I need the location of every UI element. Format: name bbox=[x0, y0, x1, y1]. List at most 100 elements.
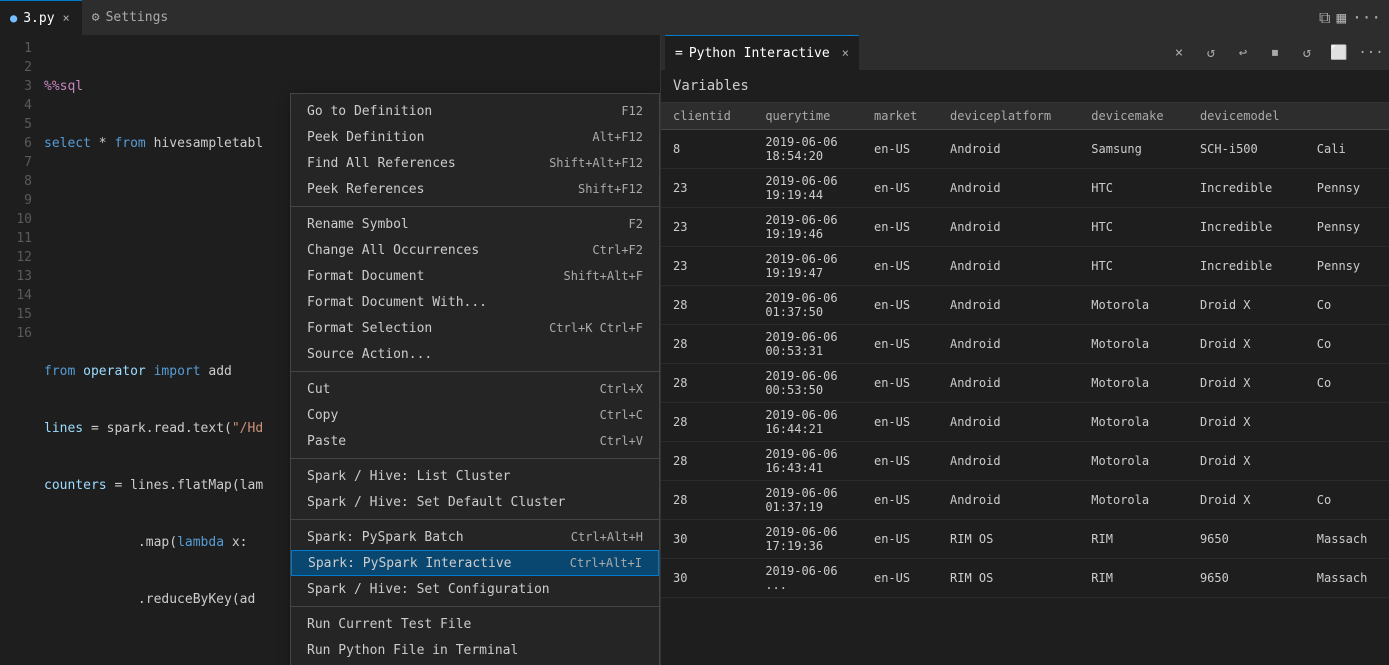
table-cell: 2019-06-06 17:19:36 bbox=[753, 520, 862, 559]
menu-item-shortcut: Ctrl+Alt+H bbox=[571, 530, 643, 544]
menu-item-label: Peek References bbox=[307, 182, 424, 197]
menu-format-document-with[interactable]: Format Document With... bbox=[291, 289, 659, 315]
col-extra bbox=[1305, 103, 1389, 130]
table-cell: 30 bbox=[661, 559, 753, 598]
settings-tab-label: Settings bbox=[106, 10, 169, 25]
col-devicemodel[interactable]: devicemodel bbox=[1188, 103, 1305, 130]
close-button[interactable]: × bbox=[1165, 39, 1193, 67]
col-clientid[interactable]: clientid bbox=[661, 103, 753, 130]
stop-button[interactable]: ⏹ bbox=[1261, 39, 1289, 67]
menu-item-label: Go to Definition bbox=[307, 104, 432, 119]
menu-item-label: Find All References bbox=[307, 156, 456, 171]
table-cell: 23 bbox=[661, 169, 753, 208]
split-editor-icon[interactable]: ⧉ bbox=[1319, 8, 1330, 28]
panel-tab-label: Python Interactive bbox=[689, 46, 830, 61]
table-cell: 2019-06-06 19:19:46 bbox=[753, 208, 862, 247]
table-cell: en-US bbox=[862, 169, 938, 208]
table-cell: Incredible bbox=[1188, 247, 1305, 286]
menu-spark-pyspark-batch[interactable]: Spark: PySpark Batch Ctrl+Alt+H bbox=[291, 524, 659, 550]
table-row: 302019-06-06 ...en-USRIM OSRIM9650Massac… bbox=[661, 559, 1389, 598]
variables-label: Variables bbox=[673, 78, 749, 94]
main-area: 1 2 3 4 5 6 7 8 9 10 11 12 13 14 15 16 %… bbox=[0, 35, 1389, 665]
menu-format-selection[interactable]: Format Selection Ctrl+K Ctrl+F bbox=[291, 315, 659, 341]
more-button[interactable]: ··· bbox=[1357, 39, 1385, 67]
table-cell: SCH-i500 bbox=[1188, 130, 1305, 169]
menu-paste[interactable]: Paste Ctrl+V bbox=[291, 428, 659, 454]
col-devicemake[interactable]: devicemake bbox=[1079, 103, 1188, 130]
table-cell: Android bbox=[938, 286, 1079, 325]
table-cell: 2019-06-06 00:53:31 bbox=[753, 325, 862, 364]
menu-source-action[interactable]: Source Action... bbox=[291, 341, 659, 367]
menu-separator-1 bbox=[291, 206, 659, 207]
col-market[interactable]: market bbox=[862, 103, 938, 130]
table-cell: Motorola bbox=[1079, 325, 1188, 364]
table-cell: en-US bbox=[862, 520, 938, 559]
table-row: 232019-06-06 19:19:46en-USAndroidHTCIncr… bbox=[661, 208, 1389, 247]
export-button[interactable]: ⬜ bbox=[1325, 39, 1353, 67]
menu-spark-list-cluster[interactable]: Spark / Hive: List Cluster bbox=[291, 463, 659, 489]
table-cell: 8 bbox=[661, 130, 753, 169]
tab-editor[interactable]: ● 3.py × bbox=[0, 0, 82, 35]
menu-separator-5 bbox=[291, 606, 659, 607]
menu-run-python-file-terminal-1[interactable]: Run Python File in Terminal bbox=[291, 637, 659, 663]
menu-item-label: Spark / Hive: Set Configuration bbox=[307, 582, 550, 597]
menu-item-label: Format Document bbox=[307, 269, 424, 284]
table-cell: 2019-06-06 ... bbox=[753, 559, 862, 598]
table-cell: Pennsy bbox=[1305, 208, 1389, 247]
menu-item-label: Format Selection bbox=[307, 321, 432, 336]
menu-item-label: Source Action... bbox=[307, 347, 432, 362]
table-cell: 2019-06-06 16:44:21 bbox=[753, 403, 862, 442]
menu-spark-pyspark-interactive[interactable]: Spark: PySpark Interactive Ctrl+Alt+I bbox=[291, 550, 659, 576]
menu-spark-set-default-cluster[interactable]: Spark / Hive: Set Default Cluster bbox=[291, 489, 659, 515]
col-querytime[interactable]: querytime bbox=[753, 103, 862, 130]
menu-rename-symbol[interactable]: Rename Symbol F2 bbox=[291, 211, 659, 237]
menu-item-label: Rename Symbol bbox=[307, 217, 409, 232]
layout-icon[interactable]: ▦ bbox=[1336, 8, 1346, 27]
table-cell: Android bbox=[938, 442, 1079, 481]
menu-copy[interactable]: Copy Ctrl+C bbox=[291, 402, 659, 428]
panel-tab-close[interactable]: × bbox=[842, 46, 849, 60]
menu-item-label: Run Python File in Terminal bbox=[307, 643, 518, 658]
menu-change-all-occurrences[interactable]: Change All Occurrences Ctrl+F2 bbox=[291, 237, 659, 263]
table-cell: 2019-06-06 01:37:19 bbox=[753, 481, 862, 520]
tab-settings[interactable]: ⚙ Settings bbox=[82, 0, 178, 35]
undo-button[interactable]: ↩ bbox=[1229, 39, 1257, 67]
data-table[interactable]: clientid querytime market deviceplatform… bbox=[661, 103, 1389, 665]
editor-panel: 1 2 3 4 5 6 7 8 9 10 11 12 13 14 15 16 %… bbox=[0, 35, 660, 665]
table-cell: en-US bbox=[862, 364, 938, 403]
editor-tab-close[interactable]: × bbox=[61, 9, 72, 27]
menu-peek-references[interactable]: Peek References Shift+F12 bbox=[291, 176, 659, 202]
table-cell: 23 bbox=[661, 208, 753, 247]
table-cell: 23 bbox=[661, 247, 753, 286]
table-cell: 28 bbox=[661, 403, 753, 442]
table-cell: 2019-06-06 19:19:47 bbox=[753, 247, 862, 286]
col-deviceplatform[interactable]: deviceplatform bbox=[938, 103, 1079, 130]
editor-tab-label: 3.py bbox=[23, 11, 54, 26]
table-cell: 2019-06-06 19:19:44 bbox=[753, 169, 862, 208]
panel-tab-python-interactive[interactable]: = Python Interactive × bbox=[665, 35, 859, 70]
table-cell: Samsung bbox=[1079, 130, 1188, 169]
refresh-button[interactable]: ↺ bbox=[1293, 39, 1321, 67]
menu-separator-2 bbox=[291, 371, 659, 372]
table-cell: Android bbox=[938, 130, 1079, 169]
table-cell: Co bbox=[1305, 286, 1389, 325]
table-cell: Droid X bbox=[1188, 325, 1305, 364]
menu-item-shortcut: Ctrl+F2 bbox=[592, 243, 643, 257]
menu-peek-definition[interactable]: Peek Definition Alt+F12 bbox=[291, 124, 659, 150]
table-row: 232019-06-06 19:19:47en-USAndroidHTCIncr… bbox=[661, 247, 1389, 286]
menu-format-document[interactable]: Format Document Shift+Alt+F bbox=[291, 263, 659, 289]
table-cell: Motorola bbox=[1079, 286, 1188, 325]
menu-run-current-test[interactable]: Run Current Test File bbox=[291, 611, 659, 637]
menu-cut[interactable]: Cut Ctrl+X bbox=[291, 376, 659, 402]
restart-button[interactable]: ↺ bbox=[1197, 39, 1225, 67]
menu-find-all-references[interactable]: Find All References Shift+Alt+F12 bbox=[291, 150, 659, 176]
table-cell: HTC bbox=[1079, 247, 1188, 286]
menu-go-to-definition[interactable]: Go to Definition F12 bbox=[291, 98, 659, 124]
menu-spark-set-configuration[interactable]: Spark / Hive: Set Configuration bbox=[291, 576, 659, 602]
table-cell: en-US bbox=[862, 403, 938, 442]
menu-item-shortcut: F12 bbox=[621, 104, 643, 118]
table-cell: 2019-06-06 16:43:41 bbox=[753, 442, 862, 481]
more-actions-icon[interactable]: ··· bbox=[1352, 8, 1381, 27]
table-cell: 2019-06-06 00:53:50 bbox=[753, 364, 862, 403]
interactive-panel: = Python Interactive × × ↺ ↩ ⏹ ↺ ⬜ ··· V… bbox=[660, 35, 1389, 665]
